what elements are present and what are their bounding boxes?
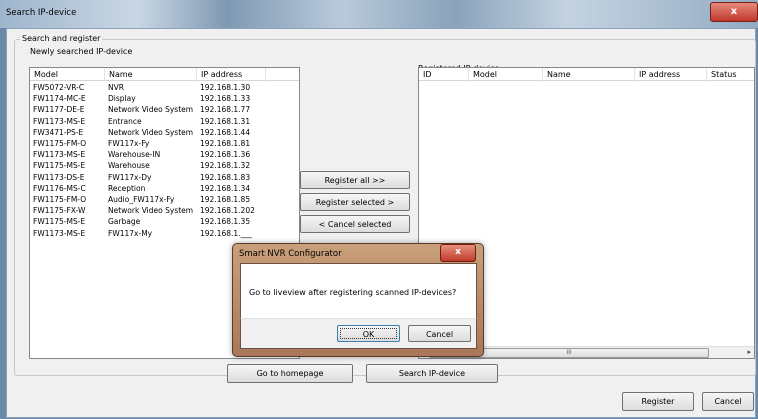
cell-model: FW1176-MS-C <box>33 183 86 193</box>
column-header-name[interactable]: Name <box>543 68 635 81</box>
cell-ip: 192.168.1.34 <box>200 183 251 193</box>
cell-model: FW5072-VR-C <box>33 83 85 92</box>
cell-name: Display <box>108 94 136 104</box>
cell-name: Entrance <box>108 116 142 126</box>
table-row[interactable]: FW1175-MS-E Garbage 192.168.1.35 <box>30 216 299 227</box>
cell-ip: 192.168.1.202 <box>200 206 255 216</box>
column-header-empty <box>266 68 299 81</box>
register-selected-button[interactable]: Register selected > <box>300 193 410 211</box>
cell-name: Audio_FW117x-Fy <box>108 195 175 204</box>
column-header-model[interactable]: Model <box>30 68 105 81</box>
cell-ip: 192.168.1.83 <box>200 172 251 182</box>
cell-name: FW117x-Dy <box>108 172 152 182</box>
cell-name: NVR <box>108 83 124 92</box>
scroll-right-arrow-icon[interactable]: ▸ <box>747 348 751 356</box>
column-header-name[interactable]: Name <box>105 68 197 81</box>
table-row[interactable]: FW1173-MS-E Warehouse-IN 192.168.1.36 <box>30 149 299 160</box>
table-row[interactable]: FW1175-MS-E Warehouse 192.168.1.32 <box>30 160 299 171</box>
cell-model: FW1175-MS-E <box>33 161 86 171</box>
window-close-button[interactable]: x <box>710 2 758 22</box>
cell-ip: 192.168.1.30 <box>200 83 251 92</box>
cell-model: FW1175-FX-W <box>33 206 86 216</box>
cell-name: Warehouse <box>108 161 150 171</box>
cell-ip: 192.168.1.32 <box>200 161 251 171</box>
table-row[interactable]: FW1176-MS-C Reception 192.168.1.34 <box>30 183 299 194</box>
column-header-status[interactable]: Status <box>707 68 754 81</box>
cell-name: Network Video System <box>108 206 194 216</box>
register-button[interactable]: Register <box>622 392 694 411</box>
register-all-button[interactable]: Register all >> <box>300 171 410 189</box>
cell-ip: 192.168.1.36 <box>200 150 251 160</box>
window-title: Search IP-device <box>6 8 77 18</box>
table-row[interactable]: FW3471-PS-E Network Video System 192.168.1… <box>30 127 299 138</box>
column-header-ip[interactable]: IP address <box>197 68 266 81</box>
cell-name: Warehouse-IN <box>108 150 161 160</box>
search-ip-device-button[interactable]: Search IP-device <box>366 364 498 383</box>
cell-model: FW1175-FM-O <box>33 139 87 148</box>
go-to-homepage-button[interactable]: Go to homepage <box>227 364 353 383</box>
dialog-cancel-button[interactable]: Cancel <box>408 325 471 342</box>
cell-model: FW1173-MS-E <box>33 150 86 160</box>
dialog-close-button[interactable]: x <box>440 244 476 262</box>
dialog-message: Go to liveview after registering scanned… <box>249 288 457 297</box>
table-row[interactable]: FW1173-MS-E FW117x-My 192.168.1.___ <box>30 228 299 239</box>
cell-ip: 192.168.1.35 <box>200 217 251 227</box>
column-header-model[interactable]: Model <box>469 68 543 81</box>
table-row[interactable]: FW1177-DE-E Network Video System 192.168.1… <box>30 104 299 115</box>
table-row[interactable]: FW1174-MC-E Display 192.168.1.33 <box>30 93 299 104</box>
cell-model: FW1175-FM-O <box>33 195 87 204</box>
cell-name: FW117x-Fy <box>108 139 150 148</box>
newly-searched-label: Newly searched IP-device <box>30 47 133 56</box>
table-row[interactable]: FW5072-VR-C NVR 192.168.1.30 <box>30 82 299 93</box>
cell-ip: 192.168.1.85 <box>200 195 251 204</box>
window-title-bar <box>0 0 758 28</box>
cell-ip: 192.168.1.31 <box>200 116 251 126</box>
cell-model: FW1173-MS-E <box>33 116 86 126</box>
cancel-selected-button[interactable]: < Cancel selected <box>300 215 410 233</box>
table-row[interactable]: FW1175-FX-W Network Video System 192.168.1… <box>30 205 299 216</box>
table-row[interactable]: FW1175-FM-O Audio_FW117x-Fy 192.168.1.85 <box>30 194 299 205</box>
cell-model: FW1177-DE-E <box>33 105 85 115</box>
column-header-ip[interactable]: IP address <box>635 68 707 81</box>
cell-name: FW117x-My <box>108 228 153 238</box>
cell-model: FW1174-MC-E <box>33 94 86 104</box>
cell-model: FW1175-MS-E <box>33 217 86 227</box>
cell-ip: 192.168.1.81 <box>200 139 251 148</box>
cell-model: FW1173-DS-E <box>33 172 85 182</box>
table-row[interactable]: FW1173-DS-E FW117x-Dy 192.168.1.83 <box>30 172 299 183</box>
cell-ip: 192.168.1.44 <box>200 127 251 137</box>
cell-ip: 192.168.1.___ <box>200 228 252 238</box>
dialog-ok-button[interactable]: OK <box>337 325 400 342</box>
cell-name: Reception <box>108 183 146 193</box>
group-title: Search and register <box>20 34 103 43</box>
cell-model: FW1173-MS-E <box>33 228 86 238</box>
cell-name: Network Video System <box>108 127 194 137</box>
dialog-title: Smart NVR Configurator <box>239 249 342 259</box>
table-row[interactable]: FW1175-FM-O FW117x-Fy 192.168.1.81 <box>30 138 299 149</box>
cell-ip: 192.168.1.77 <box>200 105 251 115</box>
table-row[interactable]: FW1173-MS-E Entrance 192.168.1.31 <box>30 116 299 127</box>
column-header-id[interactable]: ID <box>419 68 469 81</box>
cell-ip: 192.168.1.33 <box>200 94 251 104</box>
cancel-button[interactable]: Cancel <box>702 392 754 411</box>
cell-name: Network Video System <box>108 105 194 115</box>
cell-name: Garbage <box>108 217 141 227</box>
cell-model: FW3471-PS-E <box>33 127 84 137</box>
